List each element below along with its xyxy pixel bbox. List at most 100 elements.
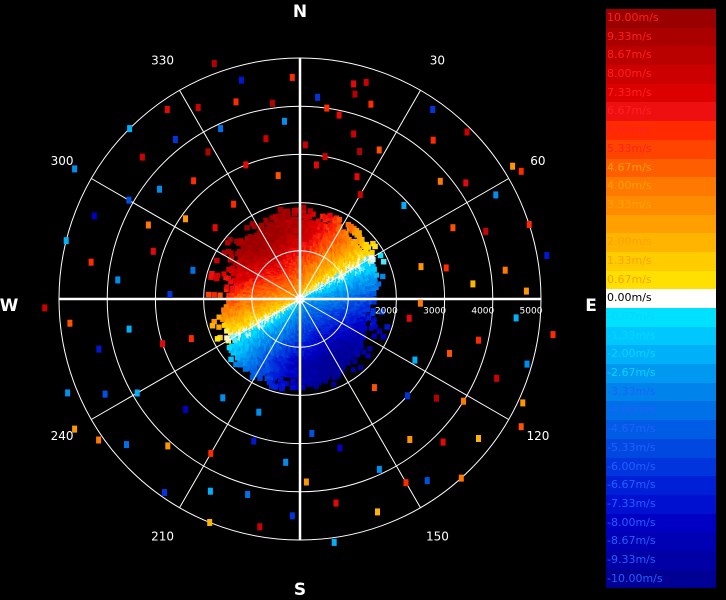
return-point <box>493 191 499 199</box>
return-point <box>351 80 357 88</box>
field-cell <box>217 292 223 298</box>
return-point <box>238 76 244 84</box>
legend-label: 0.67m/s <box>607 272 652 286</box>
return-point <box>233 98 239 106</box>
field-cell <box>209 323 216 329</box>
legend-label: 0.00m/s <box>607 291 652 305</box>
return-point <box>430 136 436 144</box>
return-point <box>167 291 173 298</box>
angle-tick-label: 60 <box>530 154 545 168</box>
return-point <box>483 227 489 235</box>
legend-row: -6.00m/s <box>606 457 716 477</box>
field-cell <box>257 375 263 381</box>
return-point <box>476 336 481 344</box>
return-point <box>207 487 213 495</box>
legend-row: -2.67m/s <box>606 364 716 383</box>
return-point <box>412 356 418 364</box>
field-cell <box>369 249 375 256</box>
field-cell <box>224 328 230 334</box>
field-cell <box>371 266 377 272</box>
return-point <box>523 287 529 295</box>
return-point <box>526 221 532 228</box>
legend-row: -0.67m/s <box>606 308 716 327</box>
field-cell <box>380 334 387 340</box>
angle-tick-label: 330 <box>151 54 174 68</box>
legend-label: -7.33m/s <box>607 496 656 510</box>
legend-label: -3.33m/s <box>607 384 656 398</box>
return-point <box>190 266 196 274</box>
field-cell <box>371 291 377 297</box>
field-cell <box>244 225 250 231</box>
legend-row: -4.67m/s <box>606 420 716 439</box>
return-point <box>417 299 423 307</box>
field-cell <box>211 292 217 298</box>
return-point <box>150 247 156 255</box>
return-point <box>322 153 328 161</box>
field-cell <box>236 249 242 255</box>
return-point <box>303 478 309 486</box>
return-point <box>376 465 382 473</box>
angle-tick-label: 210 <box>151 529 174 543</box>
field-cell <box>372 243 378 250</box>
legend-row: 8.00m/s <box>606 65 716 84</box>
legend-row: 0.00m/s <box>606 289 716 308</box>
return-point <box>212 224 218 232</box>
return-point <box>447 349 452 357</box>
return-point <box>134 389 140 397</box>
legend-row: -8.00m/s <box>606 513 716 533</box>
field-cell <box>214 272 221 278</box>
legend-row: 9.33m/s <box>606 27 716 47</box>
field-cell <box>224 284 230 290</box>
return-point <box>102 390 108 398</box>
return-point <box>127 125 133 133</box>
legend-label: -1.33m/s <box>607 328 656 342</box>
return-point <box>126 196 132 204</box>
return-point <box>518 423 524 431</box>
return-point <box>243 161 249 169</box>
return-point <box>313 161 319 169</box>
legend-label: -6.00m/s <box>607 459 656 473</box>
return-point <box>407 436 413 443</box>
return-point <box>354 173 360 181</box>
field-cell <box>263 217 269 223</box>
return-point <box>357 191 363 199</box>
return-point <box>406 314 412 322</box>
field-cell <box>307 208 313 214</box>
field-cell <box>284 208 291 214</box>
field-cell <box>258 223 264 229</box>
legend-label: -6.67m/s <box>607 478 656 492</box>
field-cell <box>221 322 227 328</box>
range-tick-label: 3000 <box>423 307 446 317</box>
legend-label: 1.33m/s <box>607 253 652 267</box>
field-cell <box>367 346 373 352</box>
return-point <box>513 314 519 322</box>
return-point <box>65 389 71 397</box>
legend-row: -1.33m/s <box>606 326 716 346</box>
return-point <box>88 258 94 266</box>
field-cell <box>352 358 358 364</box>
field-cell <box>221 307 227 313</box>
return-point <box>375 508 380 516</box>
legend-row: 10.00m/s <box>606 9 716 28</box>
return-point <box>283 458 289 466</box>
legend-label: 4.00m/s <box>607 179 652 193</box>
return-point <box>207 519 213 526</box>
legend-row: -6.67m/s <box>606 476 716 495</box>
field-cell <box>233 361 239 368</box>
legend-row: 8.67m/s <box>606 46 716 66</box>
return-point <box>257 523 263 531</box>
return-point <box>208 449 214 457</box>
field-cell <box>345 360 351 366</box>
legend-label: -9.33m/s <box>607 552 656 566</box>
return-point <box>124 441 129 449</box>
colorbar-legend: 10.00m/s 9.33m/s 8.67m/s 8.00m/s 7.33m/s 6.67… <box>606 9 716 589</box>
legend-row: 0.67m/s <box>606 270 716 290</box>
legend-label: 5.33m/s <box>607 141 652 155</box>
legend-label: -8.00m/s <box>607 515 656 529</box>
field-cell <box>336 216 343 223</box>
legend-row: 4.67m/s <box>606 158 716 178</box>
field-cell <box>350 367 357 373</box>
legend-row: 2.67m/s <box>606 214 716 234</box>
field-cell <box>277 206 284 213</box>
legend-row: -3.33m/s <box>606 382 716 402</box>
